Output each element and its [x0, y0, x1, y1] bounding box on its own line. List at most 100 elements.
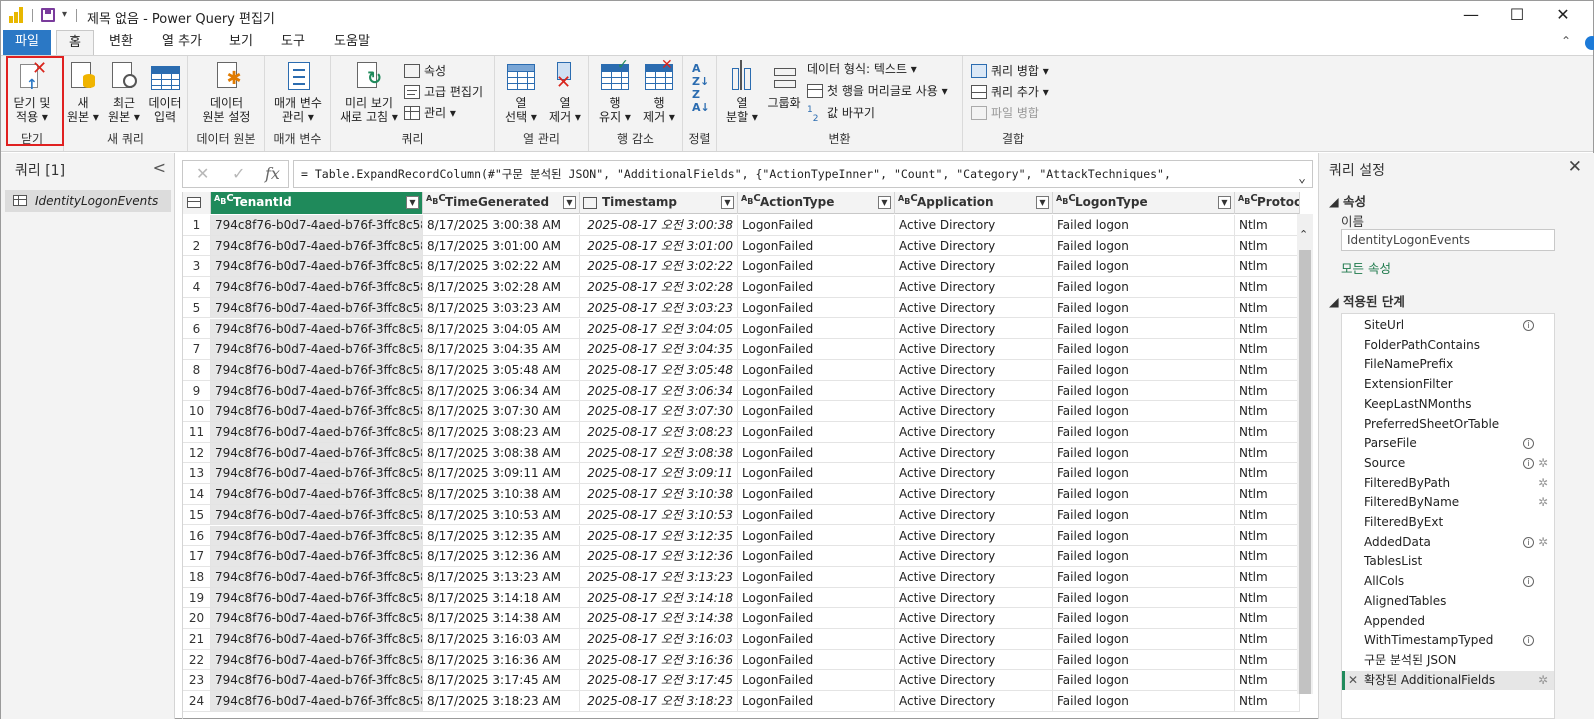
- tab-home[interactable]: 홈: [56, 30, 94, 56]
- table-cell-tenant-id[interactable]: 794c8f76-b0d7-4aed-b76f-3ffc8c5807f5: [211, 608, 423, 629]
- table-cell-action-type[interactable]: LogonFailed: [738, 649, 895, 671]
- keep-rows-button[interactable]: ✓ 행 유지 ▾: [593, 58, 637, 124]
- row-number[interactable]: 9: [183, 380, 211, 402]
- table-cell-time-generated[interactable]: 8/17/2025 3:16:36 AM: [423, 649, 580, 671]
- table-cell-timestamp[interactable]: 2025-08-17 오전 3:16:36: [580, 649, 738, 671]
- expand-formula-icon[interactable]: ⌄: [1298, 166, 1306, 187]
- table-cell-logon-type[interactable]: Failed logon: [1053, 359, 1235, 381]
- column-header-protocol[interactable]: ABCProtocol: [1235, 192, 1300, 214]
- table-cell-tenant-id[interactable]: 794c8f76-b0d7-4aed-b76f-3ffc8c5807f5: [211, 359, 423, 381]
- tab-tools[interactable]: 도구: [273, 30, 313, 56]
- table-cell-application[interactable]: Active Directory: [895, 256, 1053, 278]
- table-cell-application[interactable]: Active Directory: [895, 422, 1053, 443]
- info-icon[interactable]: i: [1523, 438, 1534, 450]
- maximize-button[interactable]: ☐: [1494, 4, 1540, 28]
- table-cell-tenant-id[interactable]: 794c8f76-b0d7-4aed-b76f-3ffc8c5807f5: [211, 215, 423, 236]
- table-cell-action-type[interactable]: LogonFailed: [738, 525, 895, 547]
- table-cell-tenant-id[interactable]: 794c8f76-b0d7-4aed-b76f-3ffc8c5807f5: [211, 670, 423, 692]
- table-cell-time-generated[interactable]: 8/17/2025 3:10:53 AM: [423, 504, 580, 526]
- table-cell-protocol[interactable]: Ntlm: [1235, 442, 1300, 464]
- formula-input[interactable]: = Table.ExpandRecordColumn(#"구문 분석된 JSON…: [293, 160, 1313, 188]
- table-cell-tenant-id[interactable]: 794c8f76-b0d7-4aed-b76f-3ffc8c5807f5: [211, 422, 423, 443]
- table-cell-logon-type[interactable]: Failed logon: [1053, 380, 1235, 402]
- table-cell-action-type[interactable]: LogonFailed: [738, 504, 895, 526]
- gear-icon[interactable]: ✲: [1538, 474, 1548, 493]
- table-cell-action-type[interactable]: LogonFailed: [738, 484, 895, 505]
- applied-step[interactable]: PreferredSheetOrTable: [1342, 415, 1554, 435]
- table-cell-time-generated[interactable]: 8/17/2025 3:12:35 AM: [423, 525, 580, 547]
- close-settings-icon[interactable]: ✕: [1568, 157, 1582, 177]
- table-cell-action-type[interactable]: LogonFailed: [738, 380, 895, 402]
- table-cell-application[interactable]: Active Directory: [895, 463, 1053, 485]
- row-number[interactable]: 5: [183, 297, 211, 319]
- table-cell-action-type[interactable]: LogonFailed: [738, 629, 895, 650]
- table-cell-logon-type[interactable]: Failed logon: [1053, 566, 1235, 588]
- table-cell-logon-type[interactable]: Failed logon: [1053, 235, 1235, 257]
- table-cell-application[interactable]: Active Directory: [895, 629, 1053, 650]
- row-number[interactable]: 11: [183, 422, 211, 443]
- split-column-button[interactable]: 열 분할 ▾: [721, 60, 763, 124]
- info-icon[interactable]: i: [1523, 536, 1534, 548]
- table-cell-protocol[interactable]: Ntlm: [1235, 215, 1300, 236]
- table-cell-time-generated[interactable]: 8/17/2025 3:17:45 AM: [423, 670, 580, 692]
- table-cell-protocol[interactable]: Ntlm: [1235, 339, 1300, 360]
- table-cell-protocol[interactable]: Ntlm: [1235, 566, 1300, 588]
- table-cell-application[interactable]: Active Directory: [895, 380, 1053, 402]
- applied-step[interactable]: Appended: [1342, 612, 1554, 632]
- table-cell-application[interactable]: Active Directory: [895, 587, 1053, 609]
- scroll-up-icon[interactable]: ⌃: [1299, 228, 1308, 241]
- table-cell-action-type[interactable]: LogonFailed: [738, 566, 895, 588]
- table-cell-tenant-id[interactable]: 794c8f76-b0d7-4aed-b76f-3ffc8c5807f5: [211, 256, 423, 278]
- table-cell-time-generated[interactable]: 8/17/2025 3:08:23 AM: [423, 422, 580, 443]
- fx-icon[interactable]: fx: [265, 164, 280, 183]
- table-cell-timestamp[interactable]: 2025-08-17 오전 3:04:35: [580, 339, 738, 360]
- table-cell-protocol[interactable]: Ntlm: [1235, 504, 1300, 526]
- table-cell-tenant-id[interactable]: 794c8f76-b0d7-4aed-b76f-3ffc8c5807f5: [211, 380, 423, 402]
- table-cell-timestamp[interactable]: 2025-08-17 오전 3:06:34: [580, 380, 738, 402]
- applied-step[interactable]: ParseFile i: [1342, 434, 1554, 454]
- table-cell-application[interactable]: Active Directory: [895, 318, 1053, 340]
- table-cell-timestamp[interactable]: 2025-08-17 오전 3:12:36: [580, 546, 738, 567]
- table-cell-protocol[interactable]: Ntlm: [1235, 380, 1300, 402]
- table-cell-protocol[interactable]: Ntlm: [1235, 546, 1300, 567]
- table-cell-protocol[interactable]: Ntlm: [1235, 359, 1300, 381]
- data-source-settings-button[interactable]: ✱ 데이터 원본 설정: [194, 60, 259, 124]
- table-cell-tenant-id[interactable]: 794c8f76-b0d7-4aed-b76f-3ffc8c5807f5: [211, 277, 423, 298]
- query-item[interactable]: IdentityLogonEvents: [5, 190, 171, 212]
- table-cell-action-type[interactable]: LogonFailed: [738, 546, 895, 567]
- table-cell-logon-type[interactable]: Failed logon: [1053, 297, 1235, 319]
- table-cell-tenant-id[interactable]: 794c8f76-b0d7-4aed-b76f-3ffc8c5807f5: [211, 629, 423, 650]
- all-properties-link[interactable]: 모든 속성: [1341, 258, 1391, 277]
- manage-parameters-button[interactable]: 매개 변수 관리 ▾: [267, 60, 329, 124]
- table-cell-time-generated[interactable]: 8/17/2025 3:16:03 AM: [423, 629, 580, 650]
- table-cell-protocol[interactable]: Ntlm: [1235, 256, 1300, 278]
- applied-step[interactable]: AddedData i ✲: [1342, 533, 1554, 553]
- sort-descending-icon[interactable]: Z A↓: [692, 88, 710, 114]
- table-cell-time-generated[interactable]: 8/17/2025 3:07:30 AM: [423, 401, 580, 422]
- table-cell-logon-type[interactable]: Failed logon: [1053, 504, 1235, 526]
- table-cell-protocol[interactable]: Ntlm: [1235, 277, 1300, 298]
- table-cell-application[interactable]: Active Directory: [895, 608, 1053, 629]
- ribbon-collapse-icon[interactable]: ⌃: [1561, 34, 1571, 48]
- table-cell-time-generated[interactable]: 8/17/2025 3:04:05 AM: [423, 318, 580, 340]
- table-cell-time-generated[interactable]: 8/17/2025 3:14:38 AM: [423, 608, 580, 629]
- table-cell-action-type[interactable]: LogonFailed: [738, 691, 895, 712]
- delete-step-icon[interactable]: ✕: [1348, 671, 1358, 690]
- applied-step[interactable]: Source i ✲: [1342, 454, 1554, 474]
- table-cell-time-generated[interactable]: 8/17/2025 3:00:38 AM: [423, 215, 580, 236]
- data-type-dropdown[interactable]: 데이터 형식: 텍스트 ▾: [807, 60, 917, 78]
- applied-step[interactable]: KeepLastNMonths: [1342, 395, 1554, 415]
- table-cell-tenant-id[interactable]: 794c8f76-b0d7-4aed-b76f-3ffc8c5807f5: [211, 649, 423, 671]
- applied-step[interactable]: FileNamePrefix: [1342, 355, 1554, 375]
- table-cell-tenant-id[interactable]: 794c8f76-b0d7-4aed-b76f-3ffc8c5807f5: [211, 442, 423, 464]
- table-cell-timestamp[interactable]: 2025-08-17 오전 3:17:45: [580, 670, 738, 692]
- table-cell-action-type[interactable]: LogonFailed: [738, 608, 895, 629]
- table-cell-logon-type[interactable]: Failed logon: [1053, 691, 1235, 712]
- info-icon[interactable]: i: [1523, 576, 1534, 588]
- table-cell-time-generated[interactable]: 8/17/2025 3:03:23 AM: [423, 297, 580, 319]
- table-cell-logon-type[interactable]: Failed logon: [1053, 401, 1235, 422]
- table-cell-timestamp[interactable]: 2025-08-17 오전 3:09:11: [580, 463, 738, 485]
- table-cell-time-generated[interactable]: 8/17/2025 3:02:22 AM: [423, 256, 580, 278]
- table-cell-time-generated[interactable]: 8/17/2025 3:09:11 AM: [423, 463, 580, 485]
- table-cell-protocol[interactable]: Ntlm: [1235, 649, 1300, 671]
